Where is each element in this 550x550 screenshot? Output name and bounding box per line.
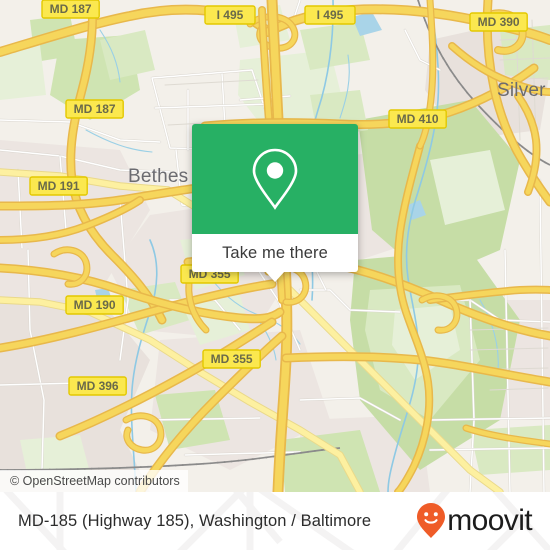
map-attribution[interactable]: © OpenStreetMap contributors — [0, 470, 188, 492]
svg-text:MD 187: MD 187 — [50, 2, 92, 16]
take-me-there-card[interactable]: Take me there — [192, 124, 358, 282]
place-label: Silver — [497, 80, 546, 101]
svg-text:MD 191: MD 191 — [38, 179, 80, 193]
svg-text:I 495: I 495 — [317, 8, 344, 22]
road-shield: MD 410 — [388, 109, 447, 129]
svg-text:MD 410: MD 410 — [397, 112, 439, 126]
road-shield: MD 390 — [469, 12, 528, 32]
location-title: MD-185 (Highway 185), Washington / Balti… — [18, 511, 372, 530]
card-action-panel[interactable]: Take me there — [192, 234, 358, 282]
road-shield: MD 187 — [65, 99, 124, 119]
road-shield: MD 396 — [68, 376, 127, 396]
road-shield: MD 190 — [65, 295, 124, 315]
road-shield: MD 355 — [202, 349, 261, 369]
svg-text:MD 190: MD 190 — [74, 298, 116, 312]
moovit-wordmark: moovit — [447, 504, 532, 537]
svg-text:MD 187: MD 187 — [74, 102, 116, 116]
attribution-text: © OpenStreetMap contributors — [10, 474, 180, 488]
map-pin-icon — [252, 148, 298, 210]
map-canvas[interactable]: .land{fill:#f3f0ea} .resid{fill:#ece5e1}… — [0, 0, 550, 492]
moovit-map-screenshot: .land{fill:#f3f0ea} .resid{fill:#ece5e1}… — [0, 0, 550, 550]
place-label: Bethes — [128, 166, 188, 187]
moovit-logo: moovit — [416, 502, 533, 540]
svg-text:MD 390: MD 390 — [478, 15, 520, 29]
svg-text:I 495: I 495 — [217, 8, 244, 22]
road-shield: MD 187 — [41, 0, 100, 19]
card-image-panel — [192, 124, 358, 234]
road-shield: MD 191 — [29, 176, 88, 196]
footer-bar: MD-185 (Highway 185), Washington / Balti… — [0, 492, 550, 550]
road-shield: I 495 — [304, 5, 356, 25]
card-pointer-tail — [265, 271, 285, 282]
road-shield: I 495 — [204, 5, 256, 25]
moovit-pin-smiley-icon — [417, 503, 446, 538]
svg-text:MD 355: MD 355 — [211, 352, 253, 366]
take-me-there-label: Take me there — [222, 243, 328, 262]
svg-text:MD 396: MD 396 — [77, 379, 119, 393]
